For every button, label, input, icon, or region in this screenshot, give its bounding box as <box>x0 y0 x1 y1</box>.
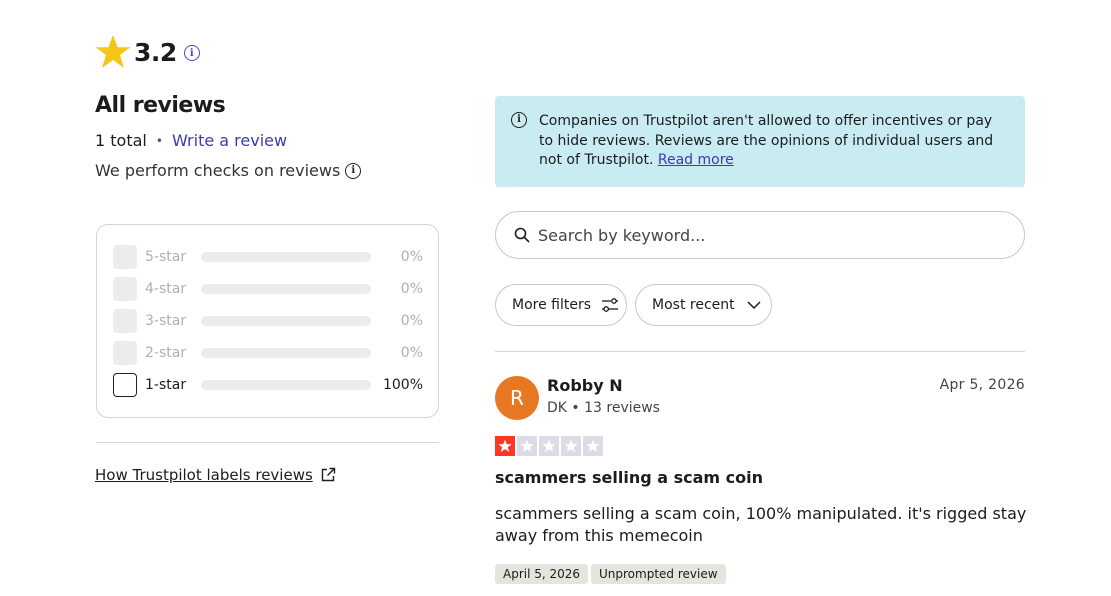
how-link-label: How Trustpilot labels reviews <box>95 466 313 484</box>
reviewer-meta: DK • 13 reviews <box>547 400 660 416</box>
dist-label: 4-star <box>145 281 187 297</box>
dist-bar <box>201 316 371 326</box>
unprompted-review-tag[interactable]: Unprompted review <box>591 564 726 584</box>
filter-checkbox[interactable] <box>113 373 137 397</box>
total-line: 1 total • Write a review <box>95 131 287 150</box>
star-icon <box>561 436 581 456</box>
search-input[interactable] <box>538 225 998 245</box>
date-of-experience-tag: April 5, 2026 <box>495 564 589 584</box>
info-icon[interactable]: i <box>183 45 200 61</box>
filter-checkbox[interactable] <box>113 277 137 301</box>
star-icon <box>517 436 537 456</box>
chevron-down-icon <box>747 301 761 310</box>
dist-label: 1-star <box>145 377 187 393</box>
more-filters-button[interactable]: More filters <box>495 284 627 326</box>
star-icon <box>495 436 515 456</box>
dist-row-5[interactable]: 5-star 0% <box>113 245 423 269</box>
overall-rating: 3.2 i <box>95 34 200 70</box>
dist-label: 3-star <box>145 313 187 329</box>
dist-percent: 0% <box>400 281 423 297</box>
dist-label: 5-star <box>145 249 187 265</box>
review-stars <box>495 436 605 456</box>
rating-score: 3.2 <box>134 37 177 67</box>
total-count: 1 total <box>95 131 147 150</box>
divider <box>495 351 1025 352</box>
filter-checkbox[interactable] <box>113 309 137 333</box>
dist-percent: 0% <box>400 249 423 265</box>
star-icon <box>95 35 131 68</box>
search-icon <box>514 227 530 243</box>
sort-label: Most recent <box>652 297 735 313</box>
sliders-icon <box>602 298 619 312</box>
review-body: scammers selling a scam coin, 100% manip… <box>495 504 1027 545</box>
more-filters-label: More filters <box>512 297 592 313</box>
separator: • <box>155 133 163 148</box>
incentives-notice: i Companies on Trustpilot aren't allowed… <box>495 96 1025 187</box>
dist-bar <box>201 284 371 294</box>
avatar[interactable]: R <box>495 376 539 420</box>
divider <box>96 442 439 443</box>
dist-bar <box>201 380 371 390</box>
read-more-link[interactable]: Read more <box>658 152 734 168</box>
review-title[interactable]: scammers selling a scam coin <box>495 468 763 487</box>
reviewer-name[interactable]: Robby N <box>547 376 623 395</box>
dist-percent: 100% <box>382 377 423 393</box>
star-icon <box>583 436 603 456</box>
write-review-link[interactable]: Write a review <box>172 131 287 150</box>
dist-row-2[interactable]: 2-star 0% <box>113 341 423 365</box>
dist-bar <box>201 348 371 358</box>
search-box[interactable] <box>495 211 1025 259</box>
dist-row-3[interactable]: 3-star 0% <box>113 309 423 333</box>
dist-percent: 0% <box>400 313 423 329</box>
checks-label: We perform checks on reviews <box>95 161 341 180</box>
info-icon[interactable]: i <box>345 162 362 179</box>
dist-label: 2-star <box>145 345 187 361</box>
how-trustpilot-labels-link[interactable]: How Trustpilot labels reviews <box>95 466 336 484</box>
filter-checkbox[interactable] <box>113 341 137 365</box>
dist-row-1[interactable]: 1-star 100% <box>113 373 423 397</box>
star-icon <box>539 436 559 456</box>
page-title: All reviews <box>95 93 226 118</box>
dist-bar <box>201 252 371 262</box>
dist-percent: 0% <box>400 345 423 361</box>
info-icon: i <box>511 112 527 128</box>
review-checks: We perform checks on reviews i <box>95 161 362 180</box>
notice-text: Companies on Trustpilot aren't allowed t… <box>539 113 994 168</box>
review-date: Apr 5, 2026 <box>939 377 1025 393</box>
filter-checkbox[interactable] <box>113 245 137 269</box>
sort-dropdown[interactable]: Most recent <box>635 284 772 326</box>
dist-row-4[interactable]: 4-star 0% <box>113 277 423 301</box>
star-distribution: 5-star 0% 4-star 0% 3-star 0% 2-star 0% … <box>96 224 439 418</box>
external-link-icon <box>321 467 335 482</box>
